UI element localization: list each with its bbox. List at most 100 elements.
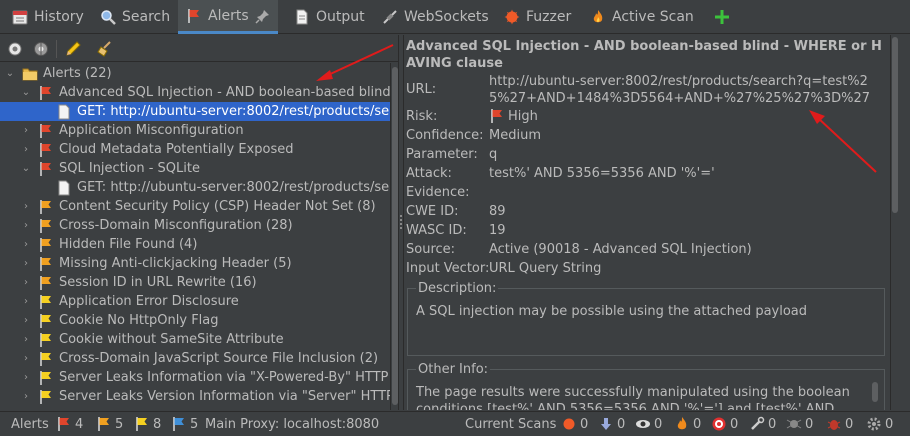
tree-node-label: Hidden File Found (4) [59,237,198,252]
description-text: A SQL injection may be possible using th… [416,304,808,319]
request-document-icon [56,180,72,196]
tab-alerts[interactable]: Alerts [178,0,278,34]
collapse-arrow-icon[interactable]: › [20,201,32,213]
collapse-arrow-icon[interactable]: › [20,296,32,308]
alert-instance-node[interactable]: GET: http://ubuntu-server:8002/rest/prod… [0,102,390,121]
description-box[interactable]: Description: A SQL injection may be poss… [407,280,885,356]
tree-node-label: Content Security Policy (CSP) Header Not… [59,199,376,214]
expand-arrow-icon[interactable]: ⌄ [20,163,32,175]
add-tab-button[interactable] [706,0,738,34]
tab-websockets[interactable]: WebSockets [374,0,497,34]
alert-node[interactable]: › Hidden File Found (4) [0,235,390,254]
cwe-value[interactable]: 89 [489,203,506,220]
gear-icon [866,416,882,432]
status-alerts-label: Alerts [11,412,49,436]
alert-node[interactable]: › Cookie No HttpOnly Flag [0,311,390,330]
alert-node[interactable]: › Cookie without SameSite Attribute [0,330,390,349]
high-risk-flag-icon [38,142,54,158]
alert-node[interactable]: › Missing Anti-clickjacking Header (5) [0,254,390,273]
tab-output[interactable]: Output [286,0,373,34]
alert-node[interactable]: › Application Misconfiguration [0,121,390,140]
alert-detail-scrollbar[interactable] [890,35,898,410]
alert-node[interactable]: › Cross-Domain Misconfiguration (28) [0,216,390,235]
edit-pencil-icon[interactable] [64,40,82,58]
filter-icon[interactable] [6,40,24,58]
tab-history[interactable]: History [4,0,92,34]
expand-arrow-icon[interactable]: ⌄ [20,87,32,99]
tree-node-label: Server Leaks Version Information via "Se… [59,389,390,404]
collapse-arrow-icon[interactable]: › [20,334,32,346]
parameter-row: Parameter: q [406,146,497,165]
other-info-text: The page results were successfully manip… [416,385,850,410]
status-alerts-text: Alerts [11,416,49,432]
alert-instance-node[interactable]: GET: http://ubuntu-server:8002/rest/prod… [0,178,390,197]
medium-risk-flag-icon [38,256,54,272]
url-label: URL: [406,82,437,97]
bug-icon [826,416,842,432]
alert-node[interactable]: › Application Error Disclosure [0,292,390,311]
alert-node[interactable]: ⌄ SQL Injection - SQLite [0,159,390,178]
tab-active-scan-label: Active Scan [612,9,694,25]
collapse-arrow-icon[interactable]: › [20,315,32,327]
tab-search-label: Search [122,9,171,25]
tree-node-label: Alerts (22) [43,66,112,81]
collapse-arrow-icon[interactable]: › [20,220,32,232]
alert-node[interactable]: › Server Leaks Information via "X-Powered… [0,368,390,387]
expand-arrow-icon[interactable]: ⌄ [4,68,16,80]
alerts-root-node[interactable]: ⌄ Alerts (22) [0,64,390,83]
alerts-tree-scrollbar[interactable] [390,63,398,410]
tab-search[interactable]: Search [92,0,178,34]
url-value[interactable]: http://ubuntu-server:8002/rest/products/… [489,73,887,107]
risk-high-flag-icon [489,108,505,124]
alert-node[interactable]: › Server Leaks Version Information via "S… [0,387,390,406]
scan-eye-count: 0 [635,412,662,436]
confidence-label: Confidence: [406,128,484,143]
collapse-arrow-icon[interactable]: › [20,125,32,137]
input-vector-row: Input Vector: URL Query String [406,260,601,279]
scope-icon[interactable] [32,40,50,58]
alert-node[interactable]: › Session ID in URL Rewrite (16) [0,273,390,292]
scan-download-count: 0 [598,412,625,436]
collapse-arrow-icon[interactable]: › [20,258,32,270]
source-label: Source: [406,242,456,257]
tab-fuzzer[interactable]: Fuzzer [496,0,579,34]
status-bar: Alerts 4 5 8 5 Main Proxy: localhost:808… [0,411,910,436]
medium-risk-flag-icon [38,218,54,234]
collapse-arrow-icon[interactable]: › [20,391,32,403]
risk-row: Risk: High [406,108,538,127]
pin-icon[interactable] [255,8,271,24]
tab-output-label: Output [316,9,365,25]
other-info-box[interactable]: Other Info: The page results were succes… [407,361,885,410]
alert-node[interactable]: › Content Security Policy (CSP) Header No… [0,197,390,216]
medium-risk-flag-icon [38,275,54,291]
collapse-arrow-icon[interactable]: › [20,144,32,156]
source-value: Active (90018 - Advanced SQL Injection) [489,242,752,257]
tab-active-scan[interactable]: Active Scan [582,0,702,34]
collapse-arrow-icon[interactable]: › [20,239,32,251]
tab-websockets-label: WebSockets [404,9,489,25]
toolbar-divider [56,40,57,58]
collapse-arrow-icon[interactable]: › [20,372,32,384]
flag-icon [186,8,202,24]
broom-icon[interactable] [96,40,114,58]
scan-count-active: 0 [580,416,589,432]
scan-active-count: 0 [561,412,588,436]
alert-detail-scroll-thumb[interactable] [892,37,898,213]
collapse-arrow-icon[interactable]: › [20,277,32,289]
collapse-arrow-icon[interactable]: › [20,353,32,365]
alert-node[interactable]: › Cross-Domain JavaScript Source File Inc… [0,349,390,368]
tree-node-label: GET: http://ubuntu-server:8002/rest/prod… [77,104,390,119]
alert-node[interactable]: ⌄ Advanced SQL Injection - AND boolean-ba… [0,83,390,102]
high-flag-icon [56,416,72,432]
scan-count-tool: 0 [768,416,777,432]
status-high-alerts: 4 [56,412,83,436]
tree-node-label: Cross-Domain JavaScript Source File Incl… [59,351,379,366]
alert-node[interactable]: › Cloud Metadata Potentially Exposed [0,140,390,159]
scan-target-count: 0 [711,412,738,436]
scan-gear-count: 0 [866,412,893,436]
alerts-toolbar [0,35,398,62]
tree-node-label: Advanced SQL Injection - AND boolean-bas… [59,85,390,100]
wasc-value[interactable]: 19 [489,222,506,239]
low-risk-flag-icon [38,332,54,348]
other-info-scroll-thumb[interactable] [872,382,878,402]
